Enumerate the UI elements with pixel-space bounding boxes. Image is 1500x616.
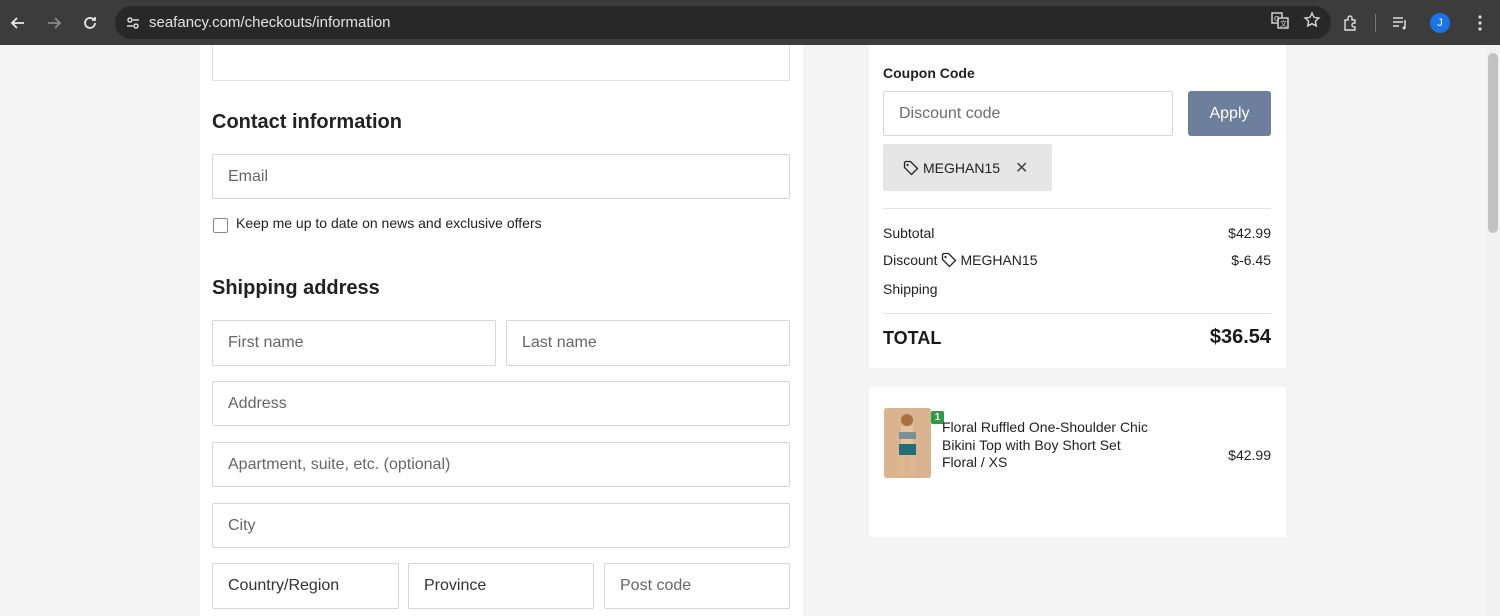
tag-icon [941,252,957,268]
first-name-field[interactable]: First name [212,320,496,366]
url-text[interactable]: seafancy.com/checkouts/information [149,14,391,31]
forward-icon[interactable] [36,5,72,41]
scrollbar-thumb[interactable] [1488,53,1498,233]
site-settings-icon[interactable] [117,15,149,31]
discount-row-label: Discount MEGHAN15 [883,252,1038,268]
total-label: TOTAL [883,328,942,348]
page-scrollbar[interactable] [1486,45,1500,616]
profile-avatar[interactable]: J [1420,0,1460,45]
menu-dots-icon[interactable] [1460,0,1500,45]
cart-items-panel [869,387,1286,537]
summary-divider-bottom [883,313,1271,314]
product-price: $42.99 [1228,447,1271,463]
translate-icon[interactable]: G文 [1271,11,1289,34]
shipping-label: Shipping [883,281,938,297]
total-value: $36.54 [1209,326,1271,348]
province-select[interactable]: Province [408,563,594,609]
bookmark-star-icon[interactable] [1303,11,1321,34]
email-field[interactable]: Email [212,154,790,199]
toolbar-divider [1375,13,1376,32]
apply-button[interactable]: Apply [1188,91,1271,136]
product-variant: Floral / XS [942,454,1008,470]
applied-discount-chip: MEGHAN15 ✕ [883,144,1052,191]
reading-list-icon[interactable] [1380,0,1420,45]
svg-text:G: G [1274,15,1279,23]
browser-toolbar: seafancy.com/checkouts/information G文 J [0,0,1500,45]
previous-section-box [212,45,790,81]
back-icon[interactable] [0,5,36,41]
discount-code-text: MEGHAN15 [960,252,1038,268]
address-field[interactable]: Address [212,381,790,426]
subtotal-value: $42.99 [1228,225,1271,241]
subtotal-label: Subtotal [883,225,935,241]
postcode-field[interactable]: Post code [604,563,790,609]
applied-code-text: MEGHAN15 [923,159,1001,176]
product-title: Floral Ruffled One-Shoulder Chic Bikini … [942,419,1148,453]
extensions-icon[interactable] [1331,0,1371,45]
tag-icon [903,160,919,176]
product-thumbnail [884,408,931,478]
city-field[interactable]: City [212,503,790,548]
summary-divider-top [883,208,1271,209]
newsletter-label: Keep me up to date on news and exclusive… [236,215,542,231]
discount-code-input[interactable]: Discount code [883,91,1173,136]
address-bar[interactable]: seafancy.com/checkouts/information G文 [115,6,1331,39]
discount-value: $-6.45 [1231,252,1271,268]
country-select[interactable]: Country/Region [212,563,399,609]
apartment-field[interactable]: Apartment, suite, etc. (optional) [212,442,790,487]
shipping-heading: Shipping address [212,277,380,299]
contact-heading: Contact information [212,111,402,133]
avatar: J [1430,12,1450,33]
newsletter-checkbox[interactable] [213,218,228,233]
remove-discount-icon[interactable]: ✕ [1015,158,1028,178]
svg-text:文: 文 [1280,19,1287,28]
discount-label: Discount [883,252,938,268]
last-name-field[interactable]: Last name [506,320,790,366]
reload-icon[interactable] [72,5,108,41]
coupon-code-label: Coupon Code [883,65,975,81]
